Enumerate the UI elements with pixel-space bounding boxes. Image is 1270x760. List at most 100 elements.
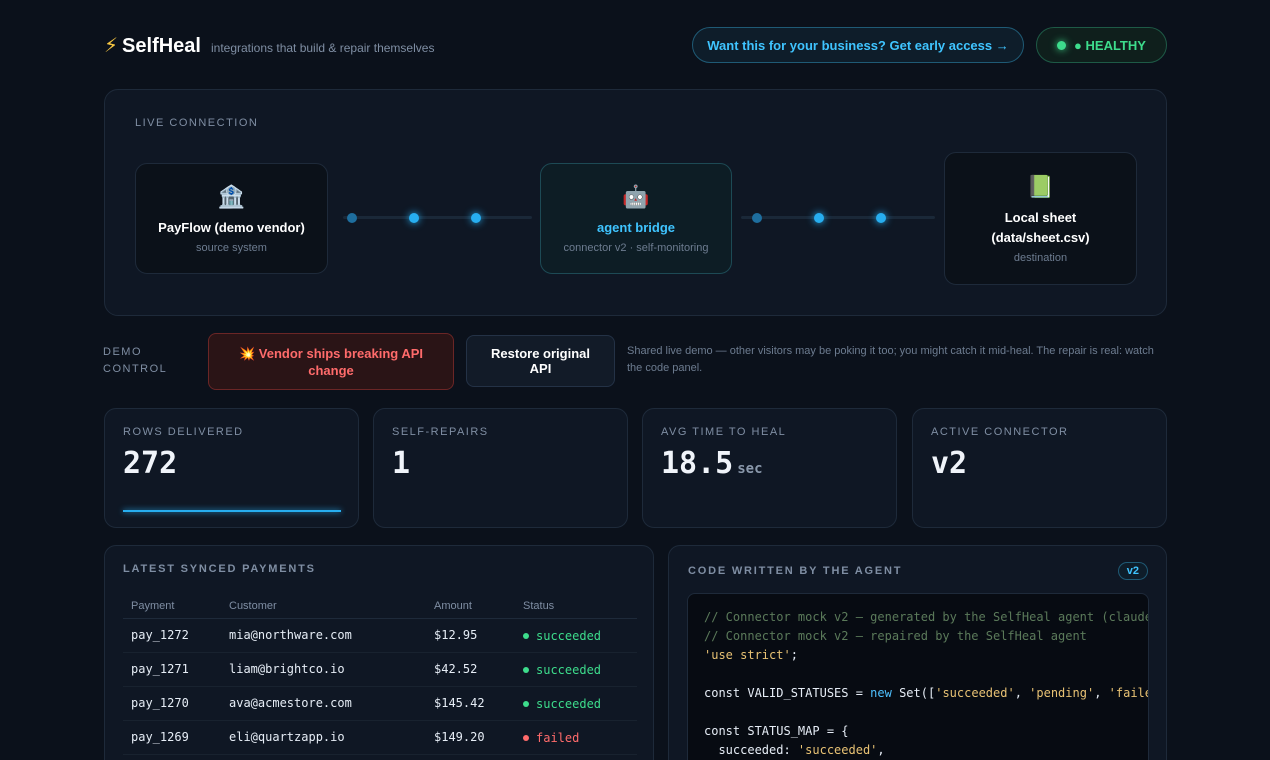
payment-amount: $42.52 (426, 652, 515, 687)
code-panel-label: CODE WRITTEN BY THE AGENT (688, 565, 903, 577)
code-comment: // Connector mock v2 — repaired by the S… (704, 629, 1087, 643)
agent-bridge-node: 🤖 agent bridge connector v2 · self-monit… (540, 163, 732, 274)
code-text: const STATUS_MAP = { (704, 724, 849, 738)
bolt-icon: ⚡ (104, 35, 119, 57)
code-viewer[interactable]: // Connector mock v2 — generated by the … (687, 593, 1149, 760)
status-badge: succeeded (523, 663, 601, 677)
code-comment: // Connector mock v2 — generated by the … (704, 610, 1149, 624)
code-version-badge: v2 (1117, 562, 1148, 580)
bridge-subtitle: connector v2 · self-monitoring (563, 241, 709, 254)
column-header: Status (515, 594, 637, 619)
column-header: Payment (123, 594, 221, 619)
table-row[interactable]: pay_1271 liam@brightco.io $42.52 succeed… (123, 652, 637, 687)
table-row[interactable]: pay_1272 mia@northware.com $12.95 succee… (123, 618, 637, 653)
payment-customer: mia@northware.com (221, 618, 426, 653)
stat-rows-delivered: ROWS DELIVERED 272 (104, 408, 359, 528)
code-keyword: new (870, 686, 892, 700)
bridge-dest-wire (741, 216, 935, 219)
stat-value: v2 (931, 446, 968, 481)
stat-avg-heal: AVG TIME TO HEAL 18.5 sec (642, 408, 897, 528)
status-text: succeeded (536, 662, 602, 677)
column-header: Amount (426, 594, 515, 619)
source-bridge-wire (343, 216, 532, 219)
demo-control-label: DEMO CONTROL (103, 346, 168, 375)
payment-id: pay_1269 (123, 720, 221, 755)
status-dot-icon (523, 666, 529, 673)
payment-id: pay_1272 (123, 618, 221, 653)
payments-panel: LATEST SYNCED PAYMENTS Payment Customer … (104, 545, 654, 760)
code-text: Set([ (891, 686, 936, 700)
brand-tagline: integrations that build & repair themsel… (210, 41, 435, 55)
rows-progress-bar (123, 510, 341, 512)
payment-amount: $149.20 (426, 720, 515, 755)
restore-api-button[interactable]: Restore original API (466, 335, 615, 387)
brand-name: SelfHeal (122, 35, 201, 57)
stat-unit: sec (737, 461, 763, 477)
source-node: 🏦 PayFlow (demo vendor) source system (135, 163, 328, 274)
status-text: failed (536, 730, 580, 745)
payment-customer: liam@brightco.io (221, 652, 426, 687)
health-label: ● HEALTHY (1074, 37, 1146, 53)
stat-label: ACTIVE CONNECTOR (931, 426, 1069, 438)
bridge-title: agent bridge (596, 219, 675, 235)
payment-status-cell: succeeded (515, 686, 637, 721)
code-string: 'succeeded' (935, 686, 1015, 700)
status-text: succeeded (536, 628, 602, 643)
status-badge: failed (523, 731, 579, 745)
stat-label: SELF-REPAIRS (392, 426, 489, 438)
payment-status-cell: succeeded (515, 652, 637, 687)
code-string: 'succeeded' (797, 743, 878, 757)
payment-id: pay_1271 (123, 652, 221, 687)
status-badge: succeeded (523, 629, 601, 643)
stat-value-wrap: 18.5 sec (661, 446, 878, 481)
payment-amount: $12.95 (426, 618, 515, 653)
stat-value: 1 (392, 446, 411, 481)
code-panel: CODE WRITTEN BY THE AGENT v2 // Connecto… (668, 545, 1167, 760)
column-header: Customer (221, 594, 426, 619)
payments-table: Payment Customer Amount Status pay_1272 … (123, 594, 637, 755)
payment-status-cell: succeeded (515, 618, 637, 653)
stat-label: AVG TIME TO HEAL (661, 426, 787, 438)
demo-note: Shared live demo — other visitors may be… (627, 345, 1154, 374)
payment-id: pay_1270 (123, 686, 221, 721)
table-row[interactable]: pay_1269 eli@quartzapp.io $149.20 failed (123, 720, 637, 755)
status-dot-icon (523, 734, 529, 741)
early-access-button[interactable]: Want this for your business? Get early a… (692, 27, 1024, 63)
table-header-row: Payment Customer Amount Status (123, 594, 637, 619)
payment-customer: ava@acmestore.com (221, 686, 426, 721)
data-pulse (752, 213, 762, 223)
code-text: , (1094, 686, 1109, 700)
code-string: 'failed' (1108, 686, 1148, 700)
destination-node: 📗 Local sheet (data/sheet.csv) destinati… (944, 152, 1137, 285)
status-dot-icon (523, 632, 529, 639)
stat-value: 18.5 (661, 446, 734, 481)
data-pulse (876, 213, 886, 223)
stat-value: 272 (123, 446, 178, 481)
health-badge: ● HEALTHY (1036, 27, 1167, 63)
status-dot-icon (523, 700, 529, 707)
source-subtitle: source system (196, 241, 267, 254)
code-text: const VALID_STATUSES = (704, 686, 871, 700)
payment-status-cell: failed (515, 720, 637, 755)
health-dot-icon (1057, 40, 1067, 50)
stat-label: ROWS DELIVERED (123, 426, 244, 438)
status-badge: succeeded (523, 697, 601, 711)
data-pulse (409, 213, 419, 223)
payments-label: LATEST SYNCED PAYMENTS (123, 563, 316, 575)
bank-icon: 🏦 (217, 183, 246, 209)
payment-amount: $145.42 (426, 686, 515, 721)
code-block: // Connector mock v2 — generated by the … (704, 608, 1148, 760)
code-string: 'use strict' (704, 648, 791, 662)
data-pulse (347, 213, 357, 223)
code-text: , (1014, 686, 1030, 700)
break-api-button[interactable]: 💥 Vendor ships breaking API change (208, 333, 454, 390)
brand: ⚡ SelfHeal integrations that build & rep… (104, 33, 434, 58)
table-row[interactable]: pay_1270 ava@acmestore.com $145.42 succe… (123, 686, 637, 721)
live-connection-label: LIVE CONNECTION (135, 117, 259, 129)
source-title: PayFlow (demo vendor) (158, 219, 305, 235)
destination-title: Local sheet (data/sheet.csv) (991, 209, 1090, 245)
status-text: succeeded (536, 696, 602, 711)
payment-customer: eli@quartzapp.io (221, 720, 426, 755)
code-text: succeeded: (704, 743, 798, 757)
green-book-icon: 📗 (1026, 173, 1055, 199)
